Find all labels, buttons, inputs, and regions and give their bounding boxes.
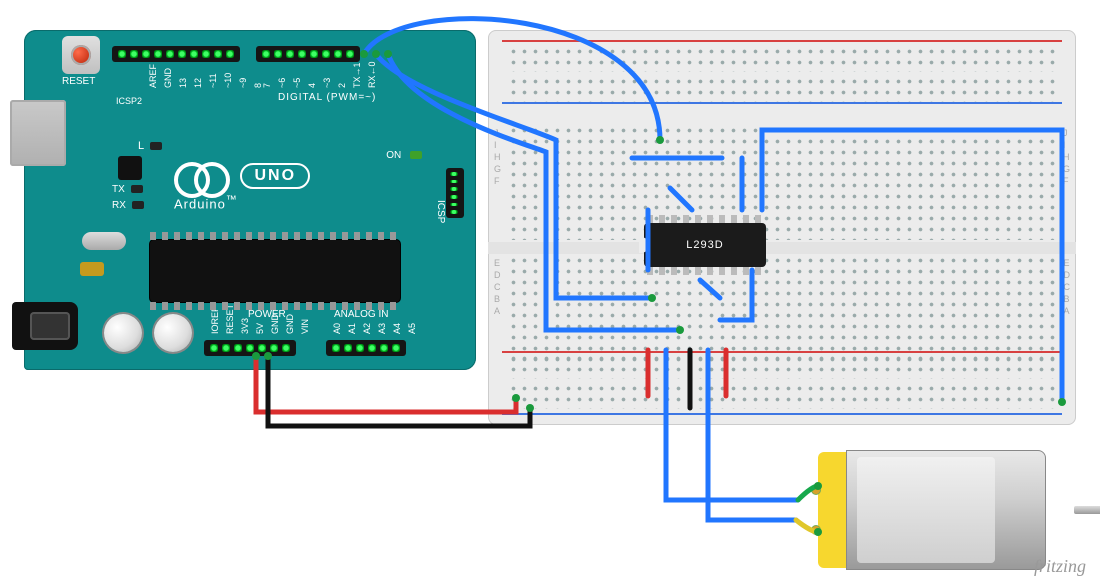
header-top-left[interactable] bbox=[112, 46, 240, 62]
icsp-label: ICSP bbox=[435, 200, 446, 223]
icsp-header[interactable] bbox=[446, 168, 464, 218]
row-letters-top-right: JIHGF bbox=[1063, 128, 1070, 185]
pin-labels-bottom-power: IOREFRESET3V35VGNDGNDVIN bbox=[210, 324, 310, 334]
power-jack-icon bbox=[12, 302, 78, 350]
power-rail-bottom-minus[interactable] bbox=[508, 383, 1056, 409]
crystal-icon bbox=[82, 232, 126, 250]
tx-rx-labels: TX RX bbox=[112, 182, 144, 214]
row-letters-bottom-left: EDCBA bbox=[494, 258, 501, 315]
dc-motor bbox=[818, 450, 1078, 570]
breadboard-gutter bbox=[488, 242, 1076, 254]
reset-button[interactable] bbox=[62, 36, 100, 74]
breadboard[interactable]: JIHGF JIHGF EDCBA EDCBA bbox=[488, 30, 1076, 425]
analog-label: ANALOG IN bbox=[334, 309, 388, 320]
digital-label: DIGITAL (PWM=~) bbox=[278, 92, 376, 103]
l-led-icon bbox=[150, 142, 162, 150]
infinity-logo-icon bbox=[174, 162, 230, 190]
arduino-uno-board: RESET AREFGND1312~11~10~98 7~6~54~32TX→1… bbox=[24, 30, 476, 370]
header-top-right[interactable] bbox=[256, 46, 360, 62]
arduino-brand: UNO Arduino™ bbox=[174, 162, 310, 211]
atmega-chip-icon bbox=[150, 240, 400, 302]
model-badge: UNO bbox=[240, 163, 310, 189]
l-led-label: L bbox=[138, 140, 162, 152]
polyfuse-icon bbox=[80, 262, 104, 276]
motor-terminal-a[interactable] bbox=[812, 486, 820, 494]
chip-notch-icon bbox=[639, 237, 649, 253]
header-bottom-analog[interactable] bbox=[326, 340, 406, 356]
motor-terminal-b[interactable] bbox=[812, 526, 820, 534]
pin-labels-top-right: 7~6~54~32TX→1RX←0 bbox=[262, 78, 377, 88]
icsp2-label: ICSP2 bbox=[116, 96, 142, 106]
small-chip-icon bbox=[118, 156, 142, 180]
pin-labels-bottom-analog: A0A1A2A3A4A5 bbox=[332, 324, 417, 334]
row-letters-top-left: JIHGF bbox=[494, 128, 501, 185]
power-rail-bottom-plus[interactable] bbox=[508, 353, 1056, 379]
motor-terminals[interactable] bbox=[812, 486, 820, 534]
chip-label: L293D bbox=[686, 239, 723, 251]
motor-shaft-icon bbox=[1074, 506, 1100, 514]
l293d-chip[interactable]: L293D bbox=[644, 223, 766, 267]
power-label: POWER bbox=[248, 309, 286, 320]
usb-port-icon bbox=[10, 100, 66, 166]
motor-body bbox=[846, 450, 1046, 570]
capacitor-icon bbox=[154, 314, 192, 352]
power-rail-top-minus[interactable] bbox=[508, 76, 1056, 102]
circuit-diagram: RESET AREFGND1312~11~10~98 7~6~54~32TX→1… bbox=[0, 0, 1100, 585]
terminal-strip-top[interactable] bbox=[508, 125, 1056, 240]
power-rail-top-plus[interactable] bbox=[508, 46, 1056, 72]
motor-endcap bbox=[818, 452, 846, 568]
pin-labels-top-left: AREFGND1312~11~10~98 bbox=[118, 78, 263, 88]
on-led-label: ON bbox=[386, 150, 422, 161]
watermark: fritzing bbox=[1034, 556, 1086, 577]
header-bottom-power[interactable] bbox=[204, 340, 296, 356]
capacitor-icon bbox=[104, 314, 142, 352]
row-letters-bottom-right: EDCBA bbox=[1064, 258, 1071, 315]
capacitors bbox=[104, 314, 192, 352]
reset-label: RESET bbox=[62, 76, 95, 87]
